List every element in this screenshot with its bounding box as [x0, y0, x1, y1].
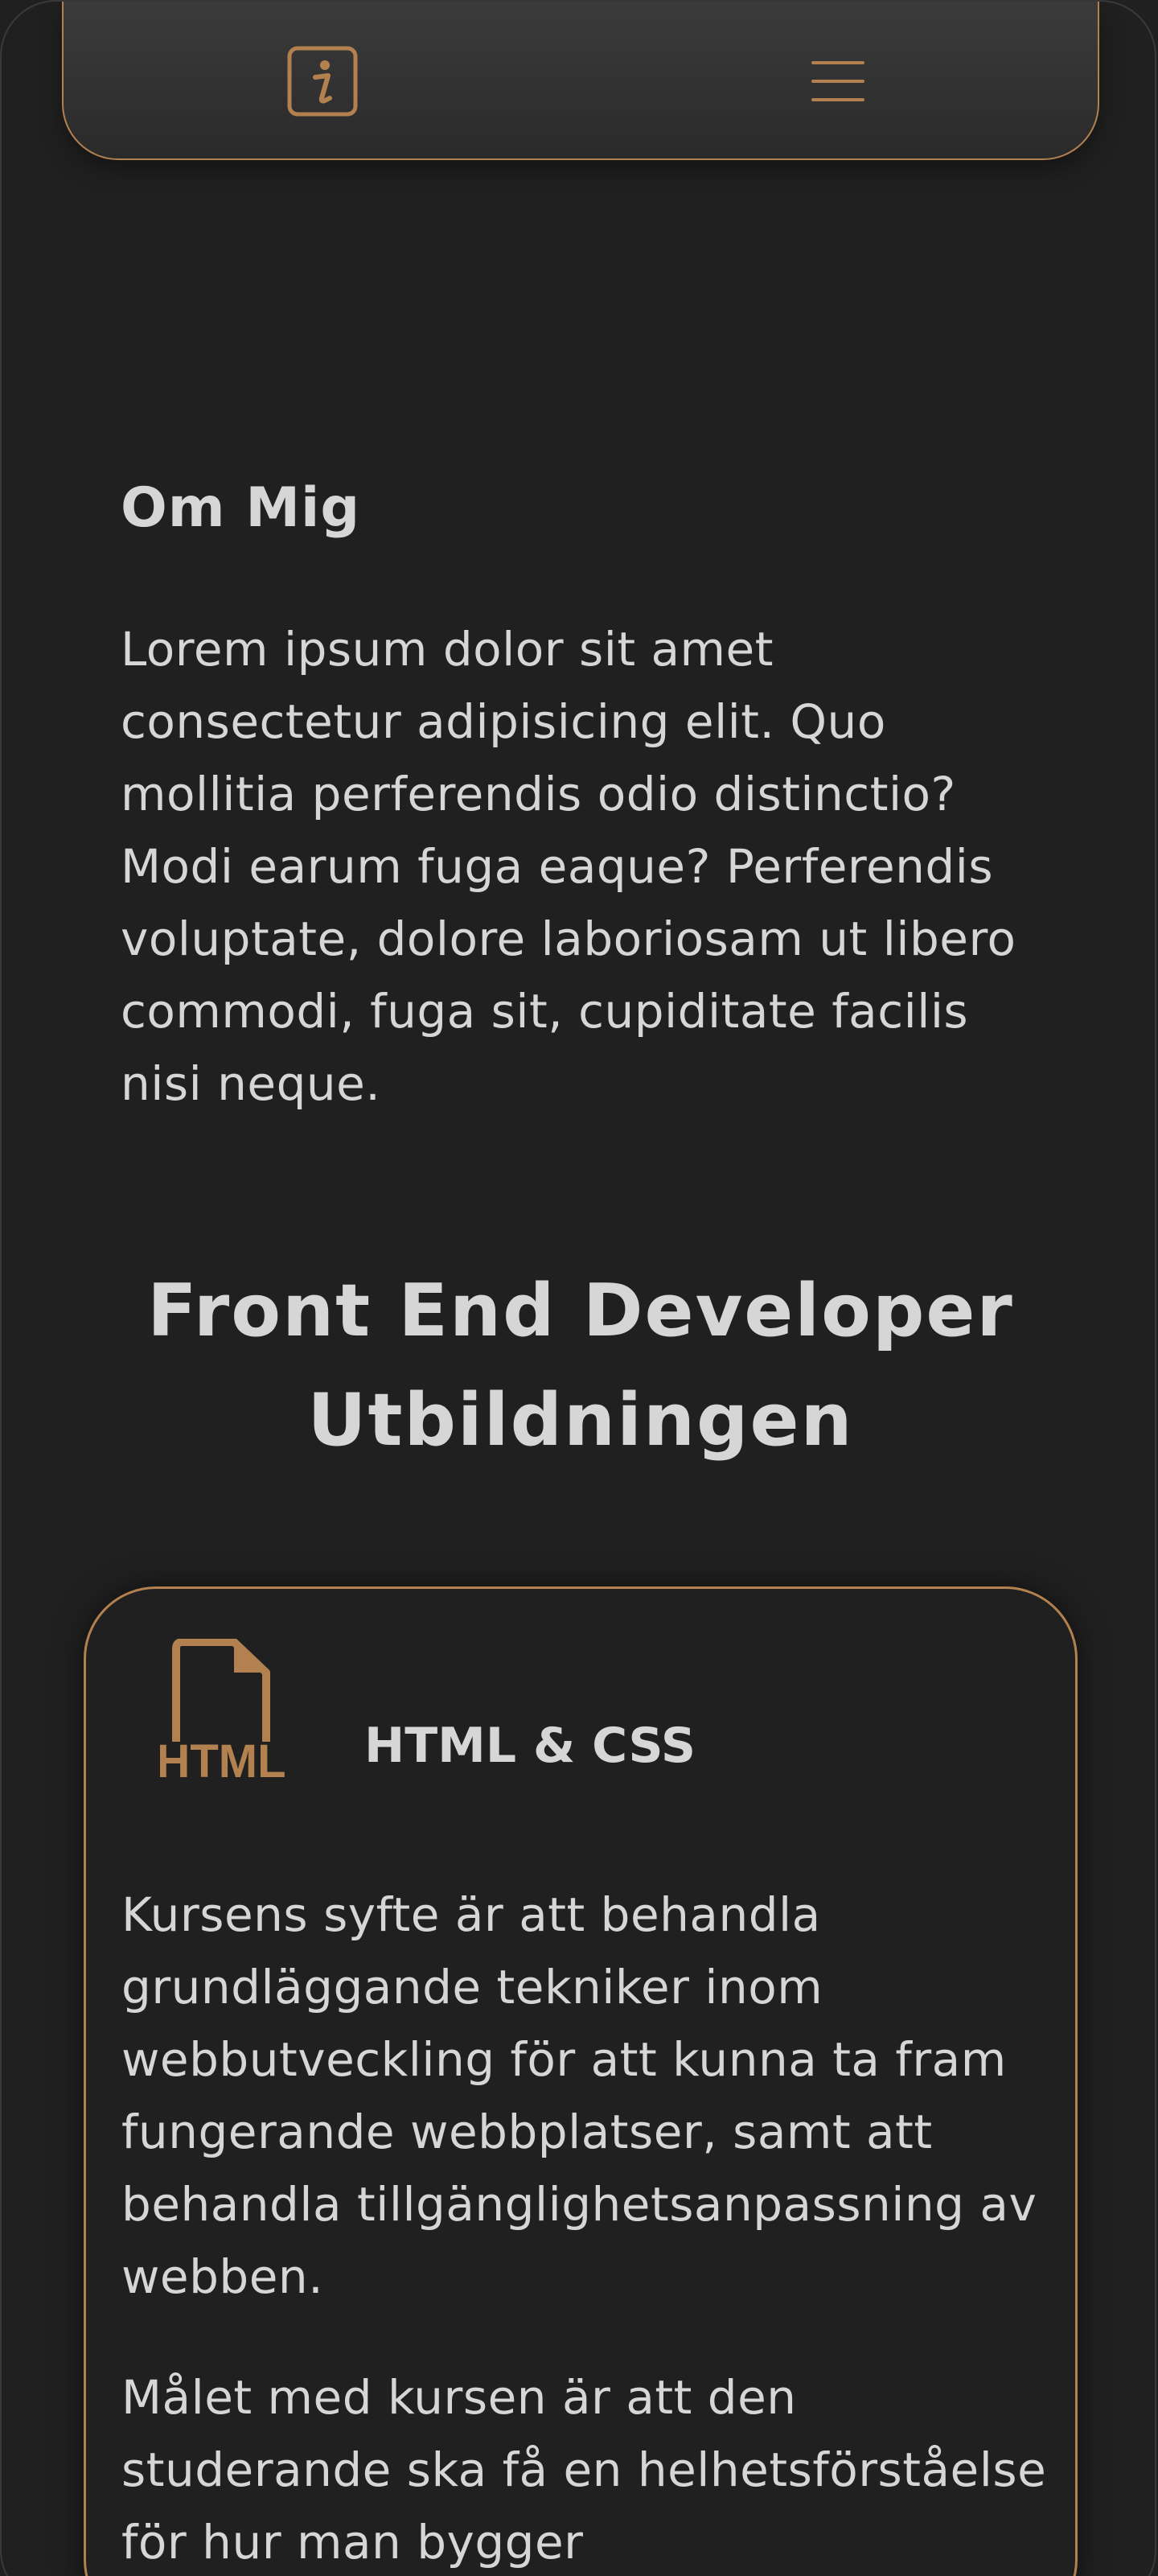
about-title: Om Mig	[121, 476, 360, 540]
course-title: HTML & CSS	[364, 1718, 696, 1774]
html-file-icon: HTML	[160, 1639, 286, 1784]
education-title: Front End Developer Utbildningen	[147, 1269, 1014, 1463]
about-text: Lorem ipsum dolor sit amet consectetur a…	[121, 622, 1016, 1111]
page-frame: Om Mig Lorem ipsum dolor sit amet consec…	[0, 0, 1156, 2576]
top-navbar	[62, 2, 1099, 160]
html-icon-label: HTML	[160, 1735, 286, 1784]
info-icon[interactable]	[286, 45, 359, 117]
course-paragraph-1: Kursens syfte är att behandla grundlägga…	[121, 1887, 1037, 2304]
course-card-html-css: HTML HTML & CSS Kursens syfte är att beh…	[84, 1586, 1078, 2576]
course-paragraph-2: Målet med kursen är att den studerande s…	[121, 2370, 1047, 2570]
hamburger-menu-icon[interactable]	[811, 60, 864, 103]
